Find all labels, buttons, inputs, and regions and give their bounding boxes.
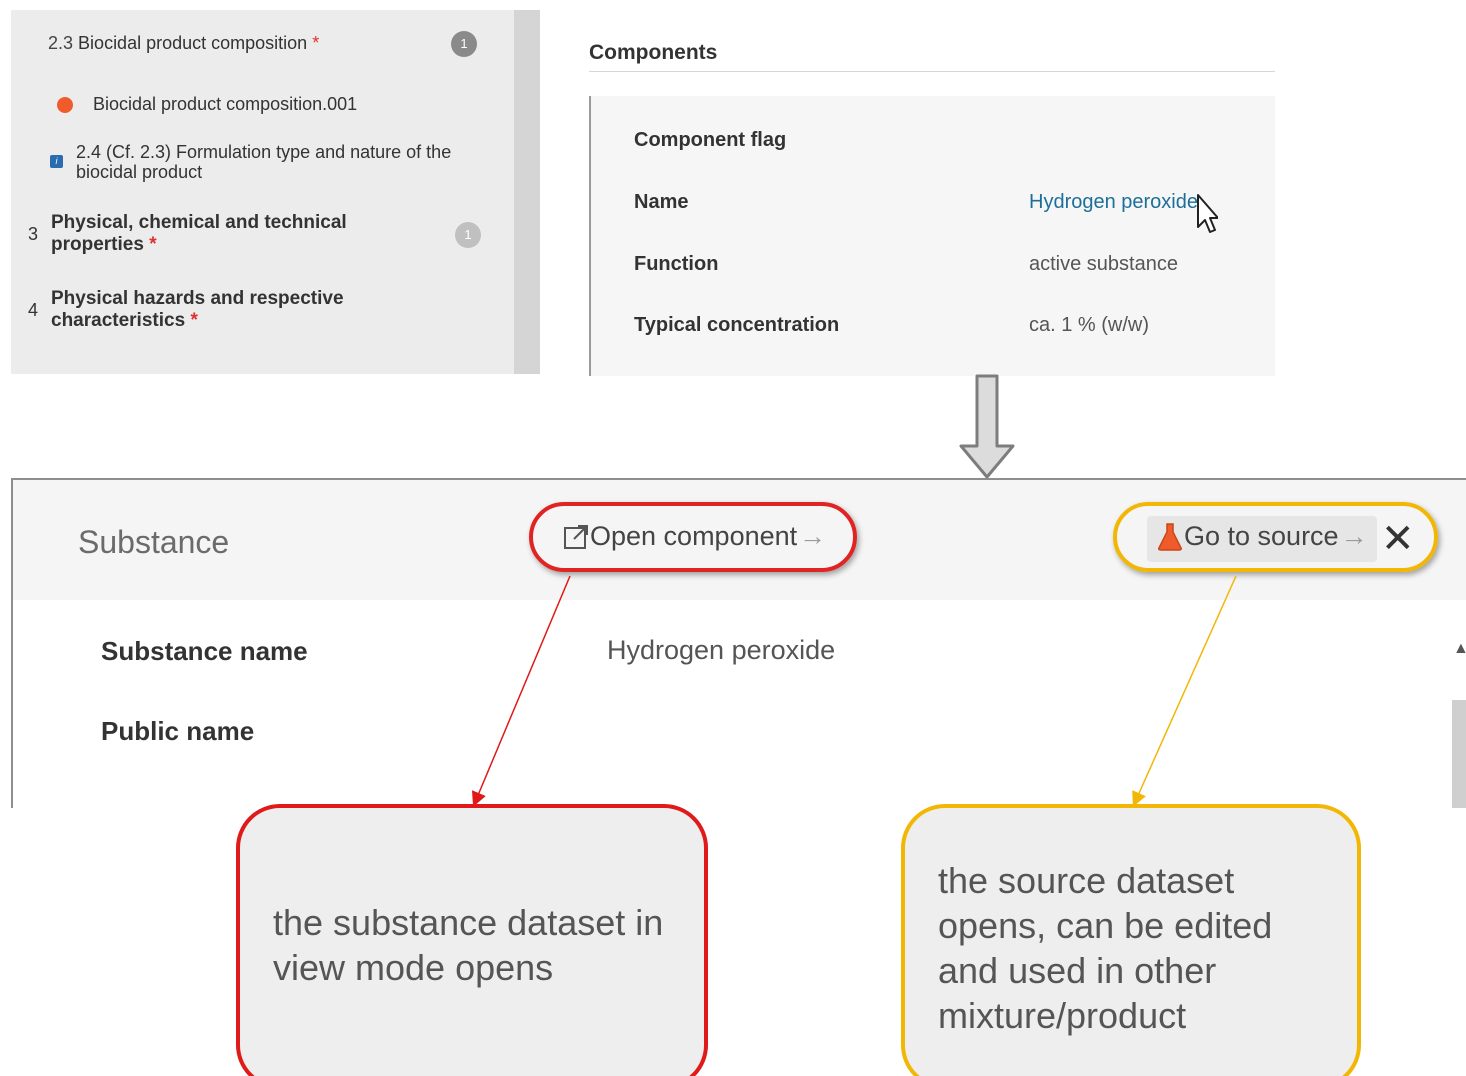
nav-item-label: Biocidal product composition — [78, 33, 308, 53]
panel-scrollbar[interactable] — [1452, 700, 1466, 808]
function-label: Function — [634, 253, 719, 275]
open-component-highlight — [529, 502, 857, 572]
scroll-up-icon[interactable]: ▲ — [1453, 640, 1466, 658]
nav-item-composition-001[interactable]: Biocidal product composition.001 — [93, 94, 357, 115]
nav-item-label-line1: 2.4 (Cf. 2.3) Formulation type and natur… — [76, 142, 452, 162]
count-badge: 1 — [451, 31, 477, 57]
nav-item-number: 3 — [28, 224, 39, 244]
name-label: Name — [634, 191, 689, 213]
count-badge: 1 — [455, 222, 481, 248]
components-heading: Components — [589, 41, 718, 64]
nav-item-biocidal-product-composition[interactable]: 2.3 Biocidal product composition * — [48, 33, 319, 54]
nav-item-label-line1: Physical, chemical and technical — [51, 212, 347, 233]
substance-name-value: Hydrogen peroxide — [607, 635, 836, 665]
component-name-link[interactable]: Hydrogen peroxide — [1029, 191, 1198, 214]
nav-item-label: Biocidal product composition.001 — [93, 94, 358, 114]
typical-concentration-value: ca. 1 % (w/w) — [1029, 314, 1150, 336]
source-dataset-callout: the source dataset opens, can be edited … — [901, 804, 1361, 1076]
mouse-cursor-icon — [1197, 194, 1218, 233]
substance-name-label: Substance name — [101, 636, 308, 666]
source-dataset-callout-text: the source dataset opens, can be edited … — [938, 860, 1273, 1036]
nav-item-formulation-type[interactable]: 2.4 (Cf. 2.3) Formulation type and natur… — [76, 142, 451, 182]
nav-item-physical-chemical[interactable]: Physical, chemical and technical propert… — [51, 212, 347, 256]
nav-item-label-line1: Physical hazards and respective — [51, 288, 344, 309]
nav-item-label-line2: characteristics — [51, 310, 186, 331]
required-marker: * — [149, 234, 157, 255]
down-arrow-icon — [959, 374, 1015, 479]
view-mode-callout-text: the substance dataset in view mode opens — [273, 902, 664, 988]
function-value: active substance — [1029, 253, 1178, 275]
nav-item-number: 4 — [28, 300, 39, 320]
typical-concentration-label: Typical concentration — [634, 314, 840, 336]
nav-item-number: 2.3 — [48, 33, 74, 53]
go-to-source-highlight — [1113, 502, 1438, 572]
view-mode-callout: the substance dataset in view mode opens — [236, 804, 708, 1076]
nav-item-physical-hazards[interactable]: Physical hazards and respective characte… — [51, 288, 344, 332]
substance-panel-title: Substance — [78, 524, 230, 560]
public-name-label: Public name — [101, 716, 255, 746]
required-marker: * — [190, 310, 198, 331]
nav-item-label-line2: properties — [51, 234, 144, 255]
status-dot-icon — [57, 97, 73, 113]
nav-item-label-line2: biocidal product — [76, 162, 203, 182]
divider — [589, 71, 1275, 72]
nav-scrollbar[interactable] — [514, 10, 540, 374]
component-flag-label: Component flag — [634, 129, 787, 151]
info-icon: i — [50, 155, 63, 168]
required-marker: * — [312, 33, 320, 53]
